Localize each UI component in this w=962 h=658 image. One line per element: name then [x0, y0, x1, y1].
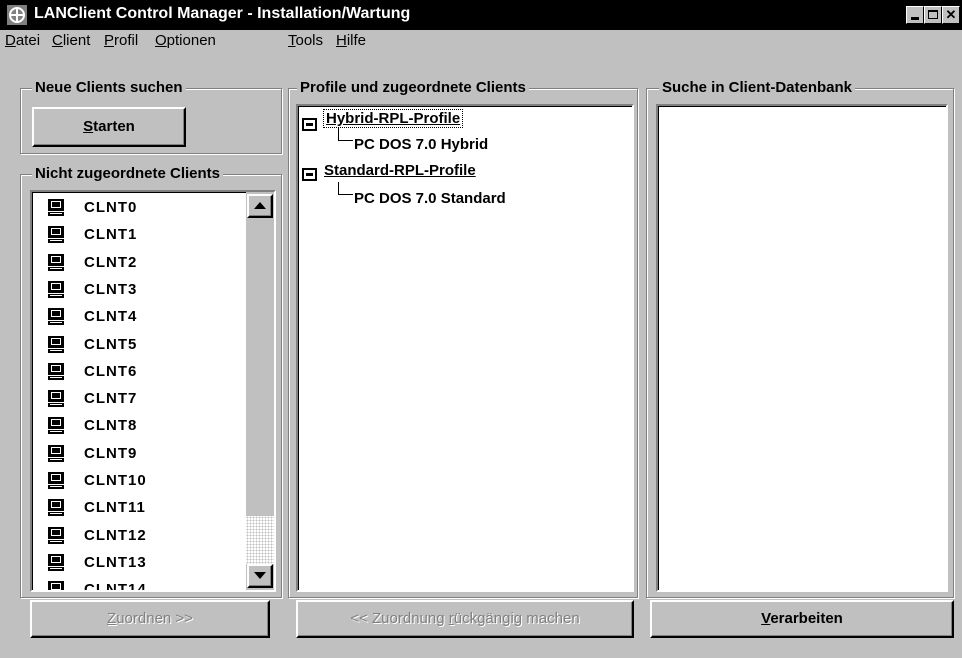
computer-icon [48, 526, 64, 544]
profiles-title: Profile und zugeordnete Clients [297, 79, 529, 96]
menu-hilfe[interactable]: Hilfe [336, 32, 366, 49]
computer-icon [48, 362, 64, 380]
profile-tree[interactable]: Hybrid-RPL-Profile PC DOS 7.0 Hybrid Sta… [296, 104, 634, 592]
client-name: CLNT14 [84, 581, 147, 592]
scrollbar[interactable] [246, 192, 274, 590]
computer-icon [48, 226, 64, 244]
client-name: CLNT8 [84, 417, 138, 435]
client-list[interactable]: CLNT0 CLNT1 CLNT2 CLNT3 CLNT4 CLNT5 CLNT6 CLNT7… [30, 190, 276, 592]
menu-bar: Datei Client Profil Optionen Tools Hilfe [0, 30, 962, 52]
computer-icon [48, 417, 64, 435]
arrow-down-icon [254, 572, 266, 579]
scroll-down-button[interactable] [247, 564, 273, 588]
window-title: LANClient Control Manager - Installation… [34, 5, 411, 22]
client-name: CLNT2 [84, 253, 138, 271]
scroll-up-button[interactable] [247, 194, 273, 218]
client-name: CLNT13 [84, 553, 147, 571]
assign-button[interactable]: Zuordnen >> [30, 600, 270, 638]
maximize-button[interactable] [924, 6, 942, 24]
computer-icon [48, 581, 64, 590]
computer-icon [48, 308, 64, 326]
client-name: CLNT3 [84, 280, 138, 298]
tree-group-standard[interactable]: Standard-RPL-Profile [324, 162, 476, 179]
db-search-results[interactable] [656, 104, 948, 592]
computer-icon [48, 553, 64, 571]
client-name: CLNT5 [84, 335, 138, 353]
client-name: CLNT4 [84, 308, 138, 326]
tree-connector [338, 128, 353, 141]
arrow-up-icon [254, 202, 266, 209]
client-name: CLNT10 [84, 472, 147, 489]
menu-datei[interactable]: Datei [5, 32, 40, 49]
scroll-thumb[interactable] [246, 218, 274, 516]
tree-group-hybrid[interactable]: Hybrid-RPL-Profile [322, 109, 464, 128]
close-icon: ✕ [945, 7, 957, 22]
client-name: CLNT6 [84, 362, 138, 380]
tree-item-standard[interactable]: PC DOS 7.0 Standard [354, 190, 506, 207]
unassigned-title: Nicht zugeordnete Clients [32, 165, 224, 182]
computer-icon [48, 253, 64, 271]
search-new-title: Neue Clients suchen [32, 79, 186, 96]
db-search-title: Suche in Client-Datenbank [659, 79, 856, 96]
close-button[interactable]: ✕ [942, 6, 960, 24]
computer-icon [48, 335, 64, 353]
undo-assign-button[interactable]: << Zuordnung rückgängig machen [296, 600, 634, 638]
client-name: CLNT0 [84, 199, 138, 216]
client-name: CLNT12 [84, 526, 147, 544]
computer-icon [48, 472, 64, 489]
computer-icon [48, 390, 64, 408]
menu-client[interactable]: Client [52, 32, 90, 49]
tree-connector [338, 182, 353, 195]
tree-item-hybrid[interactable]: PC DOS 7.0 Hybrid [354, 136, 488, 153]
client-name: CLNT1 [84, 226, 138, 244]
minimize-icon [911, 17, 919, 20]
menu-tools[interactable]: Tools [288, 32, 323, 49]
process-button[interactable]: Verarbeiten [650, 600, 954, 638]
computer-icon [48, 499, 64, 517]
maximize-icon [928, 10, 938, 19]
computer-icon [48, 280, 64, 298]
collapse-icon[interactable] [302, 118, 317, 131]
client-name: CLNT11 [84, 499, 146, 517]
start-button[interactable]: Starten [32, 107, 186, 147]
client-name: CLNT9 [84, 444, 138, 462]
computer-icon [48, 199, 64, 216]
minimize-button[interactable] [906, 6, 924, 24]
menu-optionen[interactable]: Optionen [155, 32, 216, 49]
computer-icon [48, 444, 64, 462]
app-icon [7, 5, 27, 25]
title-bar[interactable]: LANClient Control Manager - Installation… [0, 0, 962, 30]
collapse-icon[interactable] [302, 168, 317, 181]
scroll-track[interactable] [246, 516, 274, 564]
client-name: CLNT7 [84, 390, 138, 408]
menu-profil[interactable]: Profil [104, 32, 138, 49]
